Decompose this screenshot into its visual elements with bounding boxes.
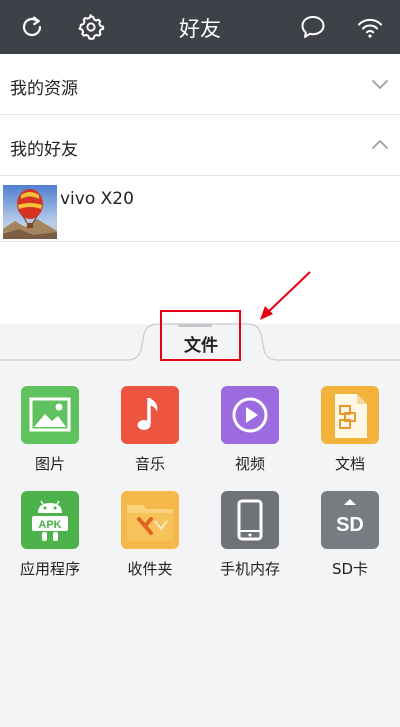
file-category-grid: 图片 音乐 视频 文档 APK 应用程序 收件夹 手机内存 SD SD卡 [0,362,400,727]
file-category-sd-card[interactable]: SD SD卡 [300,491,400,591]
android-apk-icon: APK [21,491,79,549]
svg-text:SD: SD [336,514,364,536]
friends-panel: 我的资源 我的好友 vivo X20 [0,54,400,324]
sd-card-icon: SD [321,491,379,549]
device-name: vivo X20 [60,189,134,209]
file-category-music[interactable]: 音乐 [100,386,200,486]
file-category-inbox[interactable]: 收件夹 [100,491,200,591]
my-resources-label: 我的资源 [10,79,78,99]
file-category-phone-storage[interactable]: 手机内存 [200,491,300,591]
file-category-label: 手机内存 [219,560,280,578]
svg-text:APK: APK [38,519,61,531]
file-category-label: 视频 [234,455,265,473]
document-icon [321,386,379,444]
image-icon [21,386,79,444]
file-category-label: 图片 [34,455,65,473]
file-category-label: SD卡 [331,560,369,578]
chevron-down-icon[interactable] [370,74,390,94]
page-title: 好友 [179,17,221,41]
file-category-label: 收件夹 [127,560,173,578]
file-category-label: 文档 [334,455,365,473]
highlight-box [160,310,241,361]
file-category-label: 应用程序 [19,560,80,578]
file-category-videos[interactable]: 视频 [200,386,300,486]
my-resources-row[interactable]: 我的资源 [0,54,400,115]
chat-icon[interactable] [298,12,328,42]
device-row[interactable]: vivo X20 [0,176,400,242]
file-category-images[interactable]: 图片 [0,386,100,486]
inbox-folder-icon [121,491,179,549]
phone-storage-icon [221,491,279,549]
wifi-icon[interactable] [355,12,385,42]
music-icon [121,386,179,444]
chevron-up-icon[interactable] [370,135,390,155]
video-icon [221,386,279,444]
my-friends-row[interactable]: 我的好友 [0,115,400,176]
file-category-label: 音乐 [134,455,165,473]
device-thumbnail [3,185,57,239]
my-friends-label: 我的好友 [10,140,78,160]
top-bar: 好友 [0,0,400,54]
file-category-documents[interactable]: 文档 [300,386,400,486]
file-category-apps[interactable]: APK 应用程序 [0,491,100,591]
